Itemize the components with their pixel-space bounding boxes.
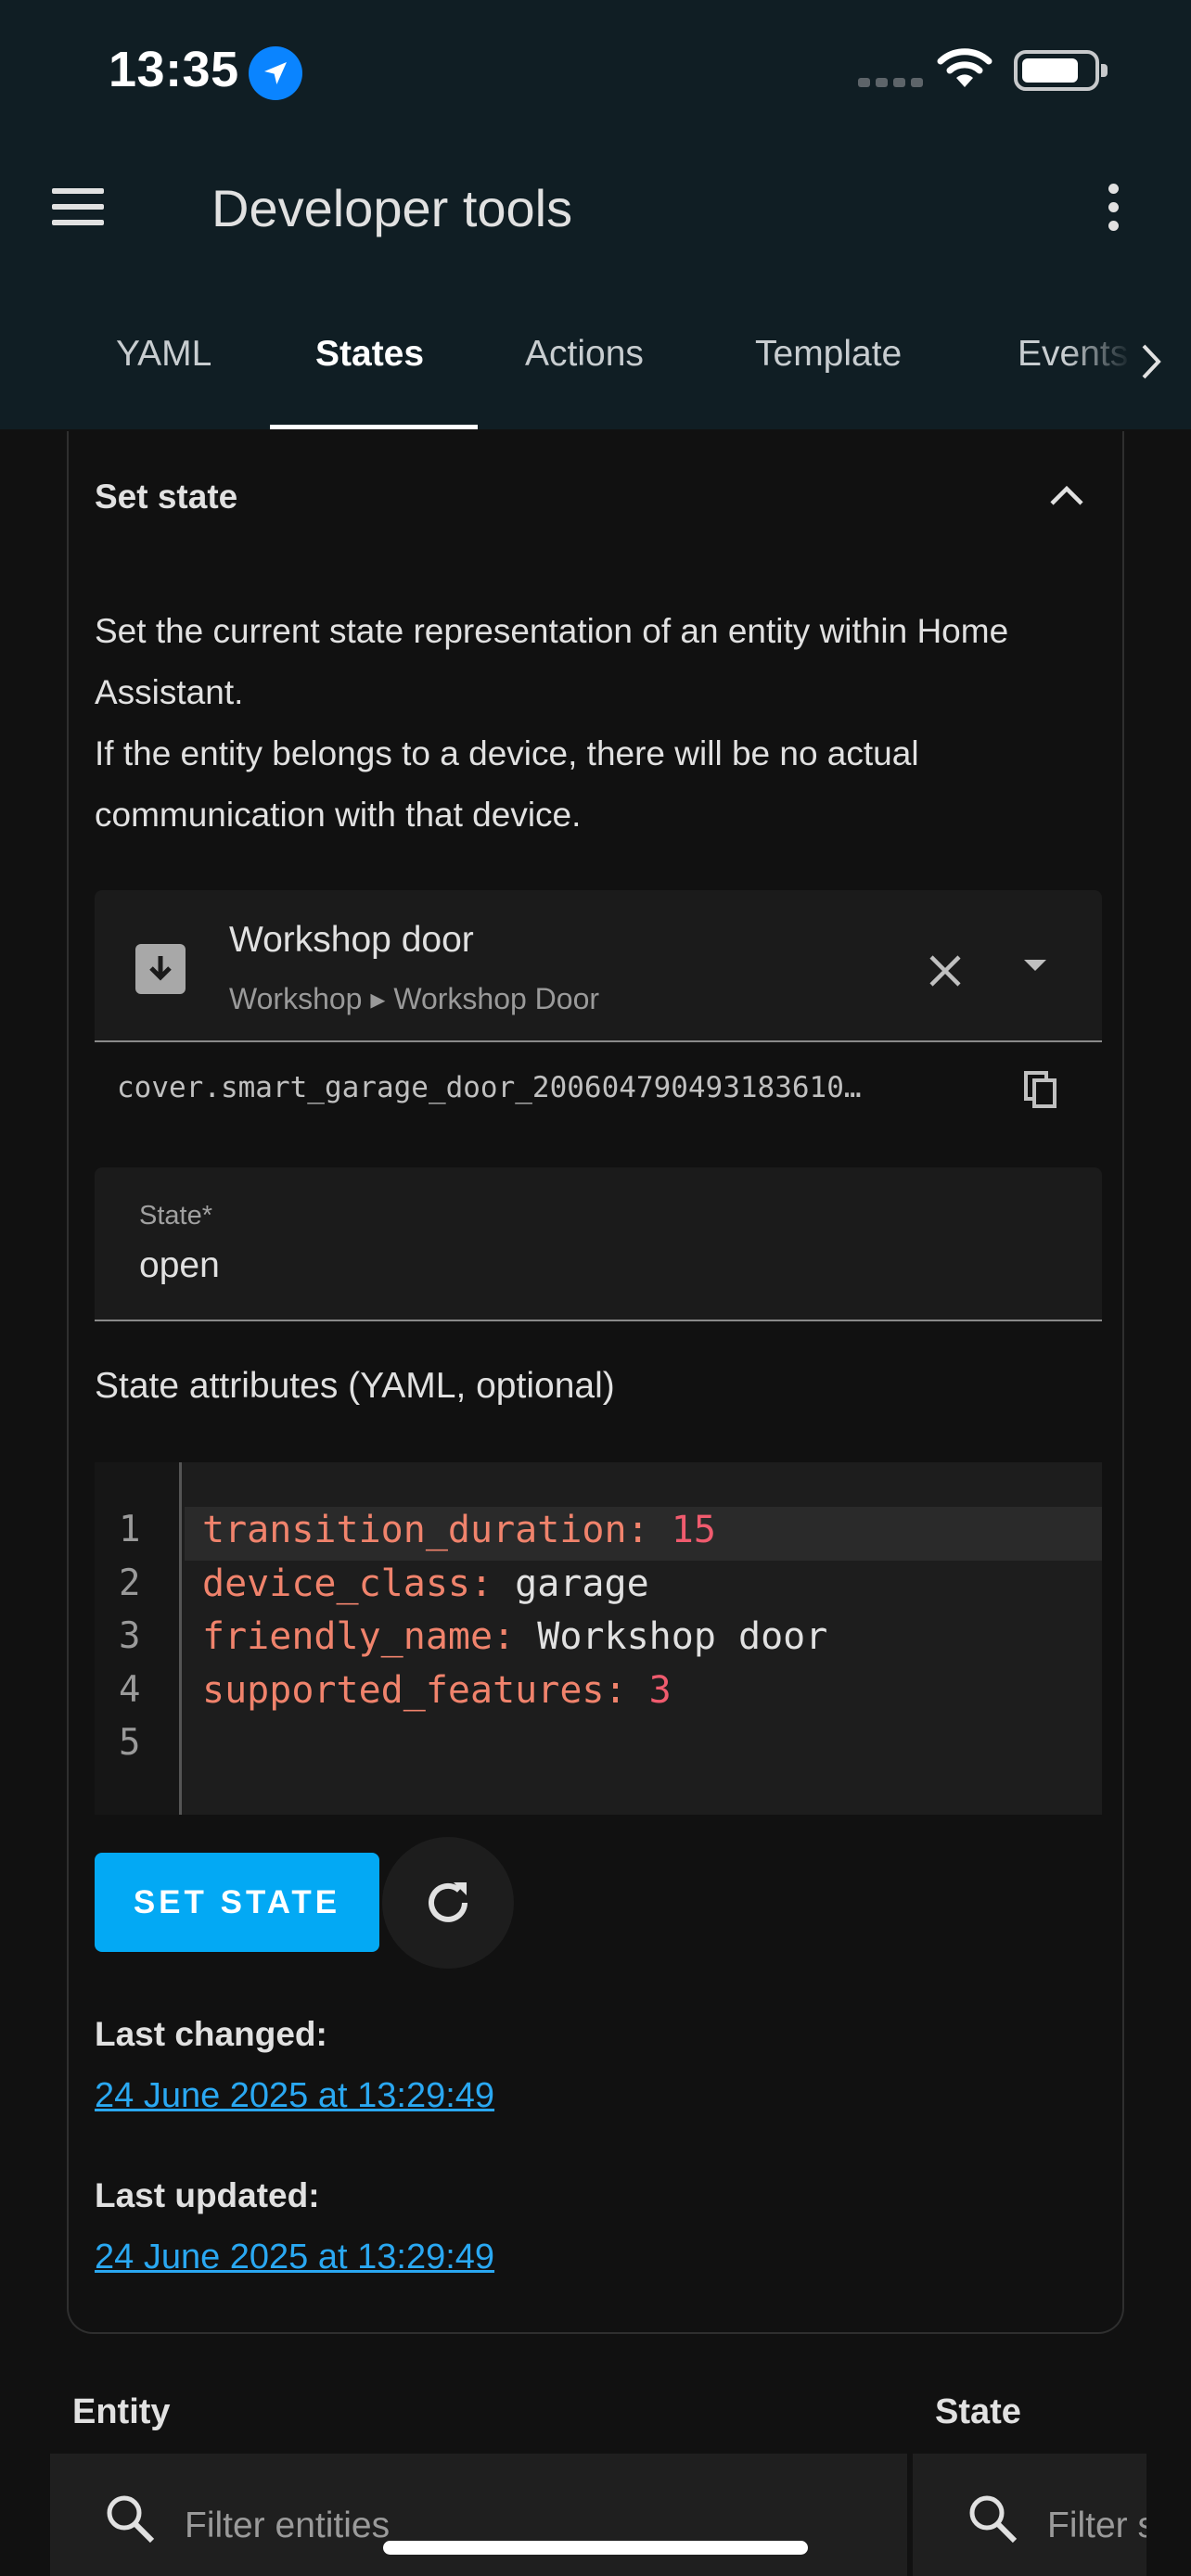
entity-name: Workshop door bbox=[229, 920, 474, 960]
tab-bar: YAML States Actions Template Events bbox=[0, 315, 1191, 429]
yaml-editor[interactable]: 1 transition_duration: 15 2 device_class: g… bbox=[95, 1462, 1102, 1815]
yaml-colon: : bbox=[493, 1615, 516, 1658]
state-field[interactable]: State* open bbox=[95, 1167, 1102, 1321]
line-number: 1 bbox=[119, 1509, 141, 1550]
page-title: Developer tools bbox=[211, 179, 573, 237]
caret-down-icon[interactable] bbox=[1022, 958, 1048, 973]
state-filter-placeholder: Filter states bbox=[1047, 2506, 1146, 2545]
entity-path: Workshop ▸ Workshop Door bbox=[229, 982, 600, 1015]
code-line: transition_duration: 15 bbox=[202, 1509, 716, 1551]
close-icon[interactable] bbox=[920, 946, 970, 996]
line-number: 2 bbox=[119, 1562, 141, 1604]
active-tab-indicator bbox=[270, 425, 478, 429]
set-state-button[interactable]: SET STATE bbox=[95, 1853, 379, 1952]
yaml-key: friendly_name bbox=[202, 1615, 493, 1658]
status-time: 13:35 bbox=[109, 42, 239, 97]
entity-id: cover.smart_garage_door_2006047904931836… bbox=[117, 1071, 862, 1104]
state-column-header[interactable]: State bbox=[935, 2392, 1021, 2432]
entity-filter-input[interactable]: Filter entities bbox=[50, 2454, 907, 2576]
entity-picker[interactable]: Workshop door Workshop ▸ Workshop Door bbox=[95, 890, 1102, 1042]
yaml-colon: : bbox=[469, 1562, 493, 1605]
yaml-key: supported_features bbox=[202, 1668, 605, 1712]
entity-filter-placeholder: Filter entities bbox=[185, 2506, 391, 2545]
line-number: 4 bbox=[119, 1668, 141, 1711]
last-changed-link[interactable]: 24 June 2025 at 13:29:49 bbox=[95, 2076, 494, 2116]
battery-icon bbox=[1014, 50, 1108, 91]
yaml-key: transition_duration bbox=[202, 1509, 627, 1551]
yaml-colon: : bbox=[604, 1668, 627, 1712]
copy-icon[interactable] bbox=[1022, 1069, 1059, 1110]
card-description: Set the current state representation of … bbox=[95, 612, 1009, 834]
tab-template[interactable]: Template bbox=[755, 334, 902, 375]
tab-actions[interactable]: Actions bbox=[525, 334, 644, 375]
yaml-key: device_class bbox=[202, 1562, 470, 1605]
yaml-colon: : bbox=[626, 1509, 649, 1551]
last-updated-label: Last updated: bbox=[95, 2176, 320, 2214]
yaml-value: Workshop door bbox=[515, 1615, 828, 1658]
last-updated-link[interactable]: 24 June 2025 at 13:29:49 bbox=[95, 2238, 494, 2277]
chevron-right-icon[interactable] bbox=[1139, 341, 1163, 382]
attributes-label: State attributes (YAML, optional) bbox=[95, 1366, 615, 1406]
state-filter-input[interactable]: Filter states bbox=[913, 2454, 1146, 2576]
more-options-icon[interactable] bbox=[1103, 184, 1123, 236]
tab-states[interactable]: States bbox=[315, 334, 424, 375]
location-arrow-icon bbox=[249, 46, 302, 100]
refresh-icon bbox=[429, 1882, 467, 1922]
tab-fade bbox=[1067, 315, 1132, 429]
state-field-label: State* bbox=[139, 1201, 212, 1231]
search-icon bbox=[969, 2495, 1018, 2544]
wifi-icon bbox=[937, 48, 992, 87]
menu-icon[interactable] bbox=[52, 188, 104, 225]
last-changed-label: Last changed: bbox=[95, 2015, 327, 2053]
chevron-up-icon[interactable] bbox=[1048, 483, 1085, 507]
code-line: device_class: garage bbox=[202, 1562, 649, 1605]
refresh-button[interactable] bbox=[382, 1837, 514, 1969]
entity-id-row: cover.smart_garage_door_2006047904931836… bbox=[95, 1043, 1102, 1136]
arrow-down-box-icon bbox=[135, 944, 186, 994]
code-line: friendly_name: Workshop door bbox=[202, 1615, 827, 1658]
card-title: Set state bbox=[95, 478, 238, 516]
entity-column-header[interactable]: Entity bbox=[72, 2392, 171, 2432]
line-number: 3 bbox=[119, 1615, 141, 1657]
state-field-value: open bbox=[139, 1245, 220, 1285]
yaml-value: 3 bbox=[626, 1668, 672, 1712]
home-indicator[interactable] bbox=[383, 2541, 808, 2555]
code-line: supported_features: 3 bbox=[202, 1669, 672, 1712]
yaml-value: 15 bbox=[648, 1509, 716, 1551]
tab-yaml[interactable]: YAML bbox=[116, 334, 211, 375]
app-header: 13:35 Developer tools YAML States Action… bbox=[0, 0, 1191, 429]
set-state-card: Set state Set the current state represen… bbox=[67, 431, 1124, 2334]
yaml-value: garage bbox=[493, 1562, 649, 1605]
line-number: 5 bbox=[119, 1722, 141, 1764]
cellular-signal-icon bbox=[858, 78, 923, 87]
search-icon bbox=[107, 2495, 155, 2544]
